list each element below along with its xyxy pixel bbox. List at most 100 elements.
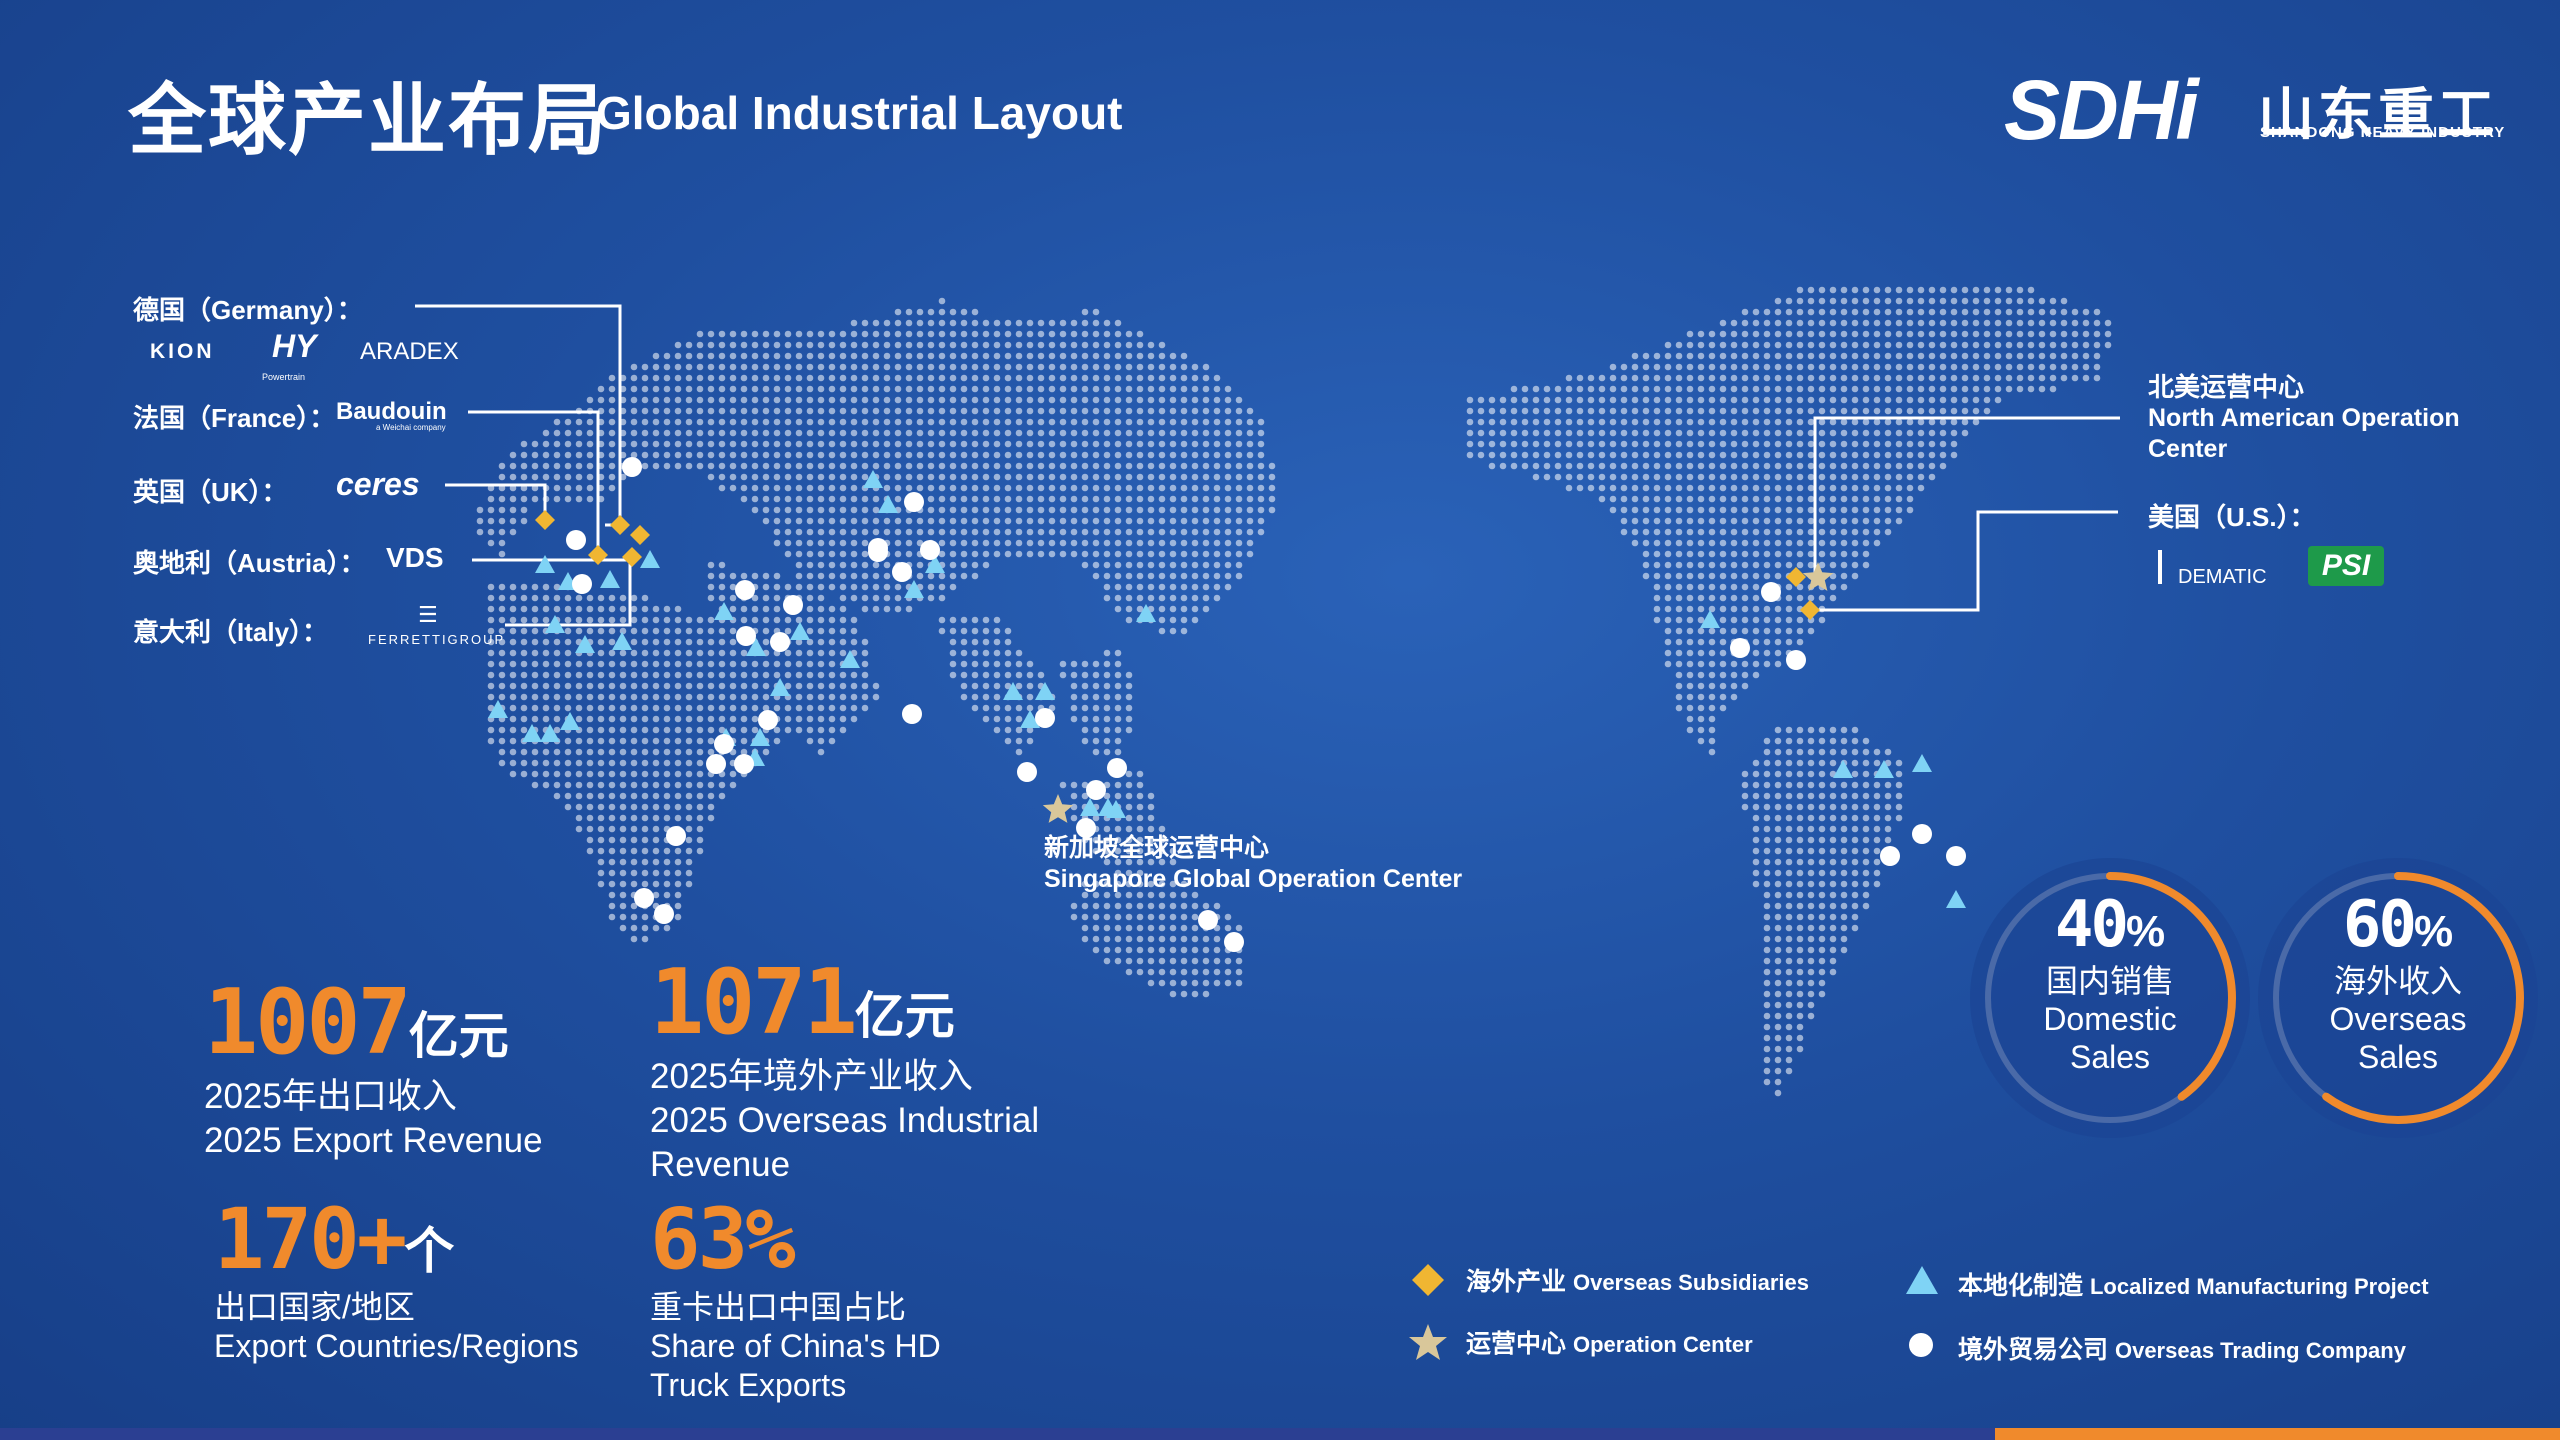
map-dot bbox=[696, 726, 704, 734]
map-dot bbox=[817, 638, 825, 646]
map-dot bbox=[1488, 429, 1496, 437]
map-dot bbox=[1180, 451, 1188, 459]
map-dot bbox=[1114, 693, 1122, 701]
map-dot bbox=[663, 396, 671, 404]
map-dot bbox=[916, 561, 924, 569]
map-dot bbox=[1807, 473, 1815, 481]
map-dot bbox=[575, 770, 583, 778]
map-dot bbox=[1818, 440, 1826, 448]
map-dot bbox=[927, 374, 935, 382]
map-dot bbox=[1796, 528, 1804, 536]
map-dot bbox=[762, 693, 770, 701]
map-dot bbox=[1081, 913, 1089, 921]
map-dot bbox=[586, 627, 594, 635]
map-dot bbox=[1202, 385, 1210, 393]
map-dot bbox=[916, 385, 924, 393]
map-dot bbox=[1114, 506, 1122, 514]
map-dot bbox=[1972, 385, 1980, 393]
map-dot bbox=[927, 385, 935, 393]
map-dot bbox=[916, 451, 924, 459]
map-dot bbox=[1818, 418, 1826, 426]
star-icon bbox=[1409, 1324, 1447, 1360]
map-dot bbox=[861, 572, 869, 580]
map-dot bbox=[1004, 638, 1012, 646]
map-dot bbox=[784, 539, 792, 547]
map-dot bbox=[487, 726, 495, 734]
map-dot bbox=[1763, 836, 1771, 844]
map-dot bbox=[740, 572, 748, 580]
map-dot bbox=[1928, 473, 1936, 481]
map-dot bbox=[1983, 396, 1991, 404]
map-dot bbox=[586, 792, 594, 800]
map-dot bbox=[872, 583, 880, 591]
map-dot bbox=[806, 374, 814, 382]
map-dot bbox=[1796, 990, 1804, 998]
map-dot bbox=[751, 429, 759, 437]
map-dot bbox=[652, 407, 660, 415]
map-dot bbox=[1774, 638, 1782, 646]
map-dot bbox=[630, 638, 638, 646]
map-dot bbox=[1950, 440, 1958, 448]
map-dot bbox=[839, 484, 847, 492]
map-dot bbox=[1873, 803, 1881, 811]
map-dot bbox=[1675, 352, 1683, 360]
map-dot bbox=[674, 726, 682, 734]
map-dot bbox=[1092, 693, 1100, 701]
map-dot bbox=[1928, 374, 1936, 382]
map-dot bbox=[1191, 924, 1199, 932]
map-dot bbox=[1675, 539, 1683, 547]
map-dot bbox=[1235, 396, 1243, 404]
map-dot bbox=[707, 616, 715, 624]
map-dot bbox=[773, 330, 781, 338]
map-dot bbox=[1004, 440, 1012, 448]
map-dot bbox=[806, 528, 814, 536]
map-dot bbox=[1785, 1012, 1793, 1020]
map-dot bbox=[1202, 594, 1210, 602]
map-dot bbox=[1807, 770, 1815, 778]
map-dot bbox=[1488, 407, 1496, 415]
map-dot bbox=[1037, 473, 1045, 481]
map-dot bbox=[1730, 462, 1738, 470]
map-dot bbox=[1796, 352, 1804, 360]
map-dot bbox=[1818, 363, 1826, 371]
map-dot bbox=[1202, 572, 1210, 580]
map-dot bbox=[1961, 407, 1969, 415]
map-dot bbox=[1796, 836, 1804, 844]
map-dot bbox=[1081, 693, 1089, 701]
map-dot bbox=[630, 924, 638, 932]
map-dot bbox=[740, 484, 748, 492]
map-dot bbox=[1840, 902, 1848, 910]
map-dot bbox=[1774, 451, 1782, 459]
map-dot bbox=[1070, 330, 1078, 338]
map-dot bbox=[1906, 484, 1914, 492]
map-dot bbox=[861, 396, 869, 404]
map-dot bbox=[916, 363, 924, 371]
map-dot bbox=[751, 616, 759, 624]
map-dot bbox=[608, 847, 616, 855]
map-marker-circle bbox=[783, 595, 803, 615]
map-dot bbox=[2082, 352, 2090, 360]
map-dot bbox=[839, 693, 847, 701]
map-dot bbox=[1642, 352, 1650, 360]
map-dot bbox=[806, 352, 814, 360]
map-dot bbox=[1169, 968, 1177, 976]
map-dot bbox=[872, 561, 880, 569]
map-dot bbox=[795, 495, 803, 503]
map-dot bbox=[971, 451, 979, 459]
map-dot bbox=[1004, 495, 1012, 503]
map-dot bbox=[663, 715, 671, 723]
map-dot bbox=[1642, 550, 1650, 558]
map-dot bbox=[630, 759, 638, 767]
map-dot bbox=[1686, 429, 1694, 437]
map-dot bbox=[839, 550, 847, 558]
map-dot bbox=[1862, 561, 1870, 569]
map-dot bbox=[1741, 792, 1749, 800]
map-dot bbox=[718, 561, 726, 569]
map-dot bbox=[1092, 935, 1100, 943]
map-dot bbox=[1224, 451, 1232, 459]
map-dot bbox=[718, 451, 726, 459]
map-dot bbox=[1224, 407, 1232, 415]
map-dot bbox=[1862, 330, 1870, 338]
map-dot bbox=[586, 726, 594, 734]
map-dot bbox=[960, 506, 968, 514]
